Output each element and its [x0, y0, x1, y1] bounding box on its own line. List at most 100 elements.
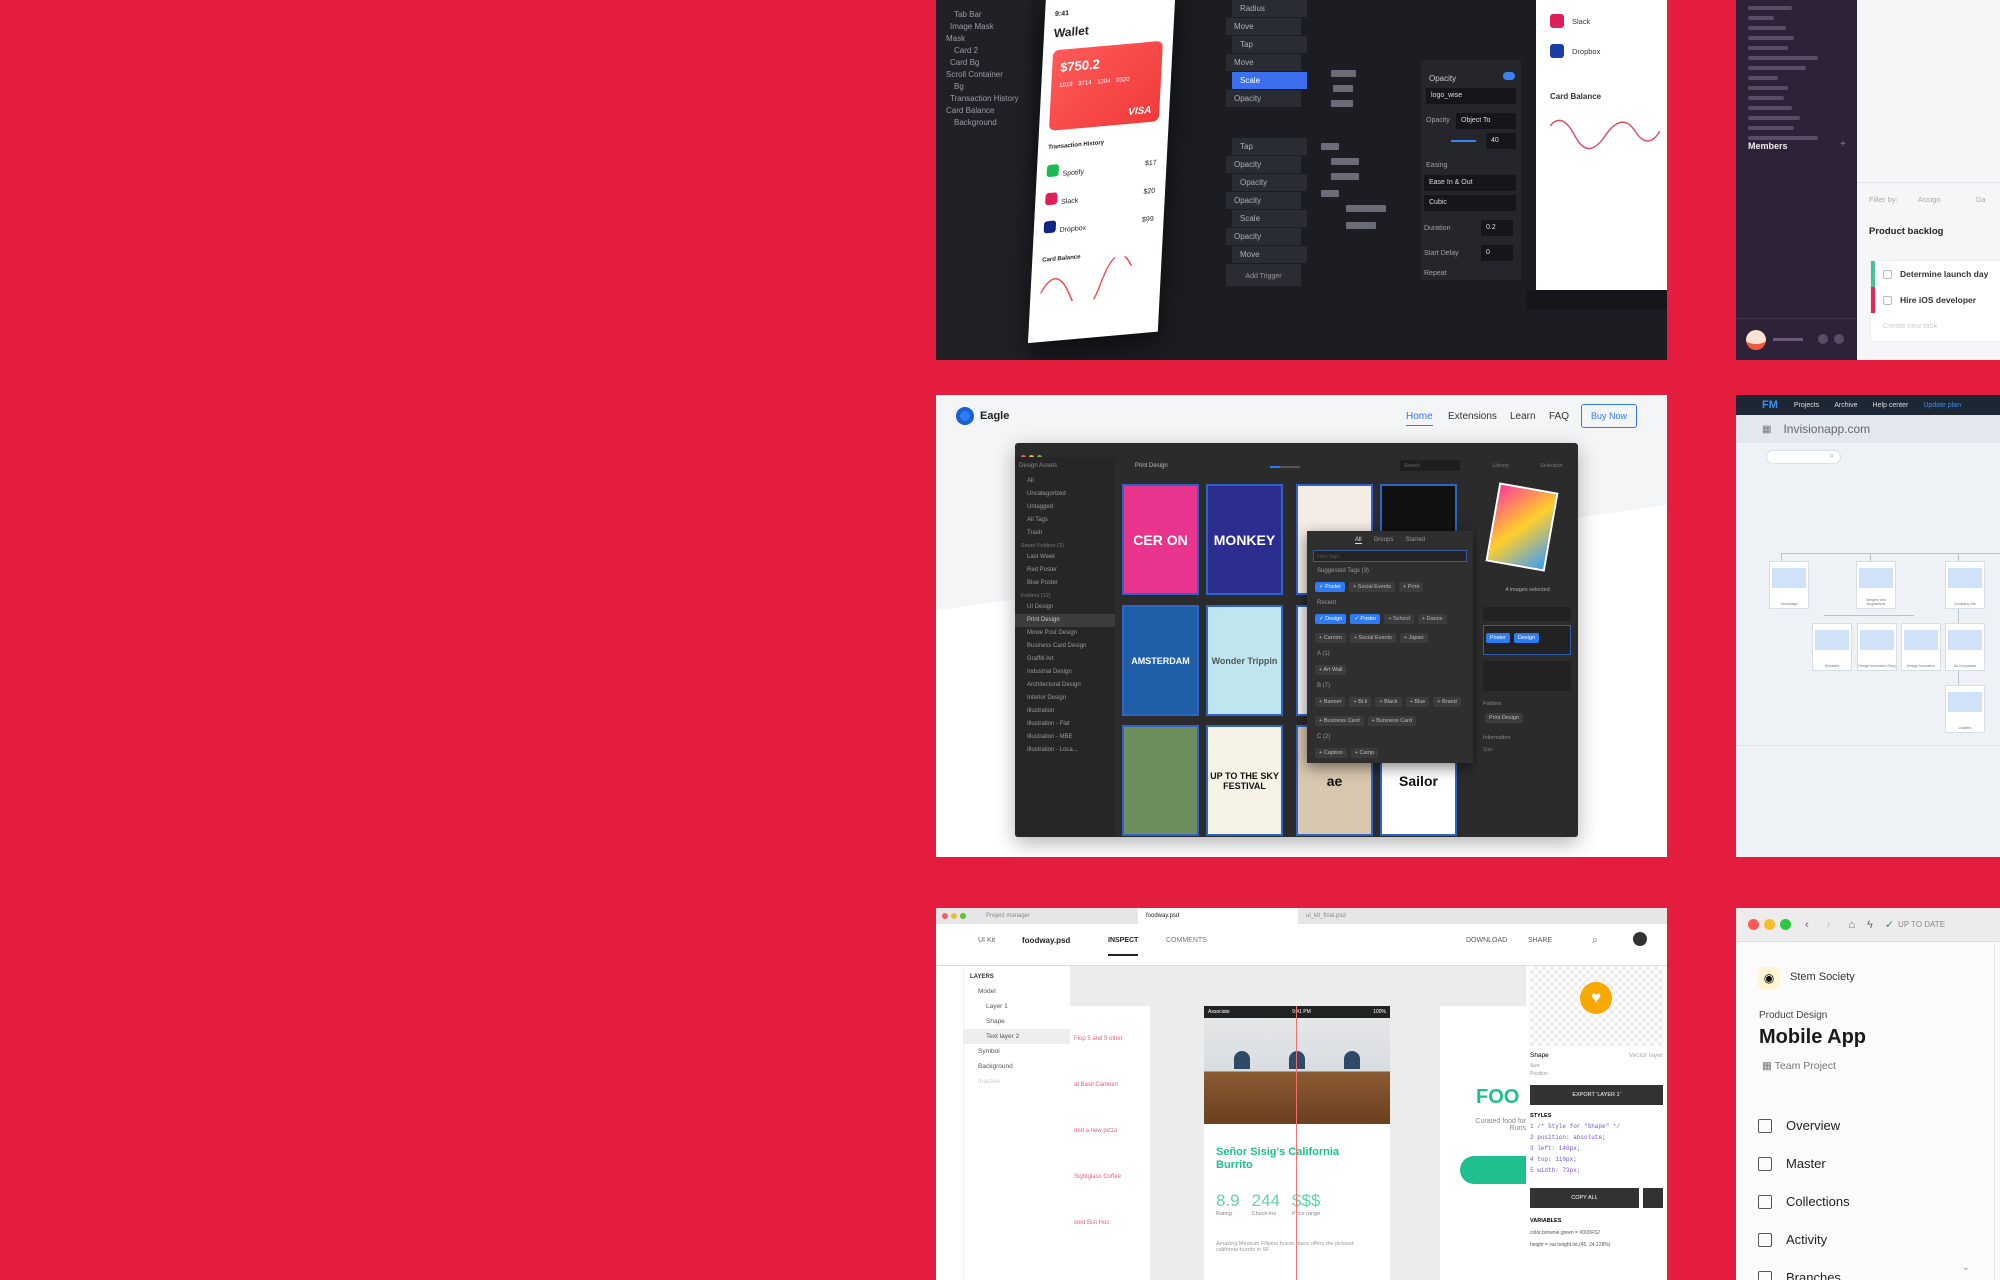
- maximize-button[interactable]: [1780, 919, 1791, 930]
- layer-select[interactable]: logo_wise: [1426, 88, 1516, 104]
- sidebar-item[interactable]: Interior Design: [1015, 692, 1115, 705]
- user-avatar[interactable]: [1746, 330, 1766, 350]
- poster-thumbnail[interactable]: UP TO THE SKY FESTIVAL: [1206, 725, 1283, 836]
- copy-all-button[interactable]: COPY ALL: [1530, 1188, 1639, 1208]
- tab-comments[interactable]: COMMENTS: [1166, 937, 1207, 944]
- variable-row[interactable]: color.brownie.green = #00DF52: [1530, 1230, 1663, 1236]
- animate-select[interactable]: Object To: [1456, 113, 1516, 129]
- close-button[interactable]: [1748, 919, 1759, 930]
- variable-row[interactable]: height = var.height.txt.(45, 24,128%): [1530, 1242, 1663, 1248]
- transaction-row[interactable]: Dropbox $99: [1043, 212, 1154, 236]
- avatar[interactable]: [1633, 932, 1647, 946]
- download-button[interactable]: DOWNLOAD: [1466, 937, 1507, 944]
- inspector-tab-library[interactable]: Library: [1492, 463, 1509, 469]
- tag-chip[interactable]: + Social Events: [1349, 582, 1396, 592]
- search-icon[interactable]: ⌕: [1592, 935, 1598, 946]
- transaction-row[interactable]: Spotify $17: [1046, 155, 1157, 179]
- transaction-row[interactable]: Slack $20: [1045, 184, 1156, 208]
- lightning-icon[interactable]: ϟ: [1867, 919, 1873, 931]
- tag-chip[interactable]: + School: [1384, 614, 1414, 624]
- trigger-item[interactable]: Move: [1226, 18, 1301, 36]
- sitemap-page-card[interactable]: Design Innovation Story: [1857, 623, 1897, 671]
- share-button[interactable]: SHARE: [1528, 937, 1552, 944]
- nav-archive[interactable]: Archive: [1834, 402, 1857, 409]
- folder-chip[interactable]: Print Design: [1485, 713, 1523, 723]
- poster-thumbnail[interactable]: [1122, 725, 1199, 836]
- layer-row[interactable]: Inactive: [964, 1074, 1070, 1089]
- create-task-input[interactable]: Create new task: [1871, 313, 2000, 338]
- task-checkbox[interactable]: [1883, 295, 1892, 305]
- sitemap-page-card[interactable]: Mergers and Acquisitions: [1856, 561, 1896, 609]
- tags-field[interactable]: Poster Design: [1483, 625, 1571, 655]
- task-row[interactable]: Determine launch day: [1871, 261, 2000, 287]
- layer-row[interactable]: Model: [964, 984, 1070, 999]
- layer-row[interactable]: Shape: [964, 1014, 1070, 1029]
- nav-extensions[interactable]: Extensions: [1448, 411, 1497, 422]
- buy-now-button[interactable]: Buy Now: [1581, 404, 1637, 428]
- browser-tab[interactable]: Project manager: [978, 908, 1138, 924]
- sidebar-item[interactable]: Print Design: [1015, 614, 1115, 627]
- tag-chip[interactable]: + Bi-li: [1349, 697, 1372, 707]
- library-name[interactable]: Design Assets: [1015, 457, 1115, 475]
- layer-item[interactable]: Background: [954, 118, 997, 127]
- tag-chip[interactable]: + Caption: [1315, 748, 1347, 758]
- sidebar-item[interactable]: Movie Post Design: [1015, 627, 1115, 640]
- nav-item-activity[interactable]: Activity: [1758, 1232, 1827, 1247]
- sitemap-page-card[interactable]: Leaders: [1945, 685, 1985, 733]
- nav-item-collections[interactable]: Collections: [1758, 1194, 1850, 1209]
- opacity-value[interactable]: 40: [1486, 133, 1516, 149]
- breadcrumb-kit[interactable]: UI Kit: [978, 937, 995, 944]
- layer-item[interactable]: Image Mask: [950, 22, 994, 31]
- tag-chip[interactable]: ✓ Poster: [1315, 582, 1346, 592]
- trigger-item[interactable]: Move: [1232, 246, 1307, 264]
- layer-row[interactable]: Text layer 2: [964, 1029, 1070, 1044]
- opacity-slider[interactable]: [1451, 140, 1476, 142]
- trigger-item[interactable]: Opacity: [1226, 156, 1301, 174]
- trigger-item[interactable]: Scale: [1232, 72, 1307, 90]
- poster-thumbnail[interactable]: CER ON: [1122, 484, 1199, 595]
- sidebar-item[interactable]: Graffiti Art: [1015, 653, 1115, 666]
- tag-chip[interactable]: ✓ Design: [1315, 614, 1347, 624]
- start-delay-field[interactable]: 0: [1481, 245, 1513, 261]
- layer-item[interactable]: Card Balance: [946, 106, 994, 115]
- sidebar-item[interactable]: Trash: [1015, 527, 1115, 540]
- tag-chip[interactable]: + Blue: [1405, 697, 1430, 707]
- inspector-tab-selection[interactable]: Selection: [1540, 463, 1563, 469]
- layer-item[interactable]: Tab Bar: [954, 10, 982, 19]
- tag-chip[interactable]: + Print: [1399, 582, 1424, 592]
- tag-chip[interactable]: + Buisness Card: [1367, 716, 1417, 726]
- forward-icon[interactable]: ›: [1827, 919, 1831, 931]
- trigger-item[interactable]: Opacity: [1232, 174, 1307, 192]
- tab-inspect[interactable]: INSPECT: [1108, 937, 1139, 956]
- home-icon[interactable]: ⌂: [1848, 919, 1855, 931]
- sidebar-item[interactable]: Last Week: [1015, 551, 1115, 564]
- duration-field[interactable]: 0.2: [1481, 220, 1513, 236]
- sidebar-item[interactable]: Business Card Design: [1015, 640, 1115, 653]
- layer-item[interactable]: Card Bg: [950, 58, 979, 67]
- sidebar-item[interactable]: UI Design: [1015, 601, 1115, 614]
- popup-tab-groups[interactable]: Groups: [1374, 537, 1394, 544]
- sitemap-page-card[interactable]: Company Info: [1945, 561, 1985, 609]
- sidebar-item[interactable]: Architectural Design: [1015, 679, 1115, 692]
- tag-search-input[interactable]: Filter tags: [1313, 550, 1467, 562]
- opacity-toggle[interactable]: [1503, 72, 1515, 80]
- trigger-item[interactable]: Opacity: [1226, 192, 1301, 210]
- add-member-icon[interactable]: +: [1840, 139, 1846, 150]
- layer-item[interactable]: Mask: [946, 34, 965, 43]
- popup-tab-all[interactable]: All: [1354, 537, 1362, 544]
- minimize-button[interactable]: [1764, 919, 1775, 930]
- sidebar-item[interactable]: Blue Poster: [1015, 577, 1115, 590]
- organization-name[interactable]: Stem Society: [1790, 971, 1855, 983]
- easing-select[interactable]: Ease In & Out: [1424, 175, 1516, 191]
- layer-row[interactable]: Symbol: [964, 1044, 1070, 1059]
- tag-chip[interactable]: + Dance: [1417, 614, 1447, 624]
- grid-icon[interactable]: ▦: [1762, 424, 1771, 435]
- task-row[interactable]: Hire iOS developer: [1871, 287, 2000, 313]
- tag-chip[interactable]: + Camp: [1350, 748, 1379, 758]
- sitemap-page-card[interactable]: Homepage: [1769, 561, 1809, 609]
- nav-projects[interactable]: Projects: [1794, 402, 1819, 409]
- zoom-slider[interactable]: [1270, 466, 1300, 468]
- trigger-item[interactable]: Opacity: [1226, 228, 1301, 246]
- layer-row[interactable]: Layer 1: [964, 999, 1070, 1014]
- tag-chip[interactable]: + Japan: [1399, 633, 1428, 643]
